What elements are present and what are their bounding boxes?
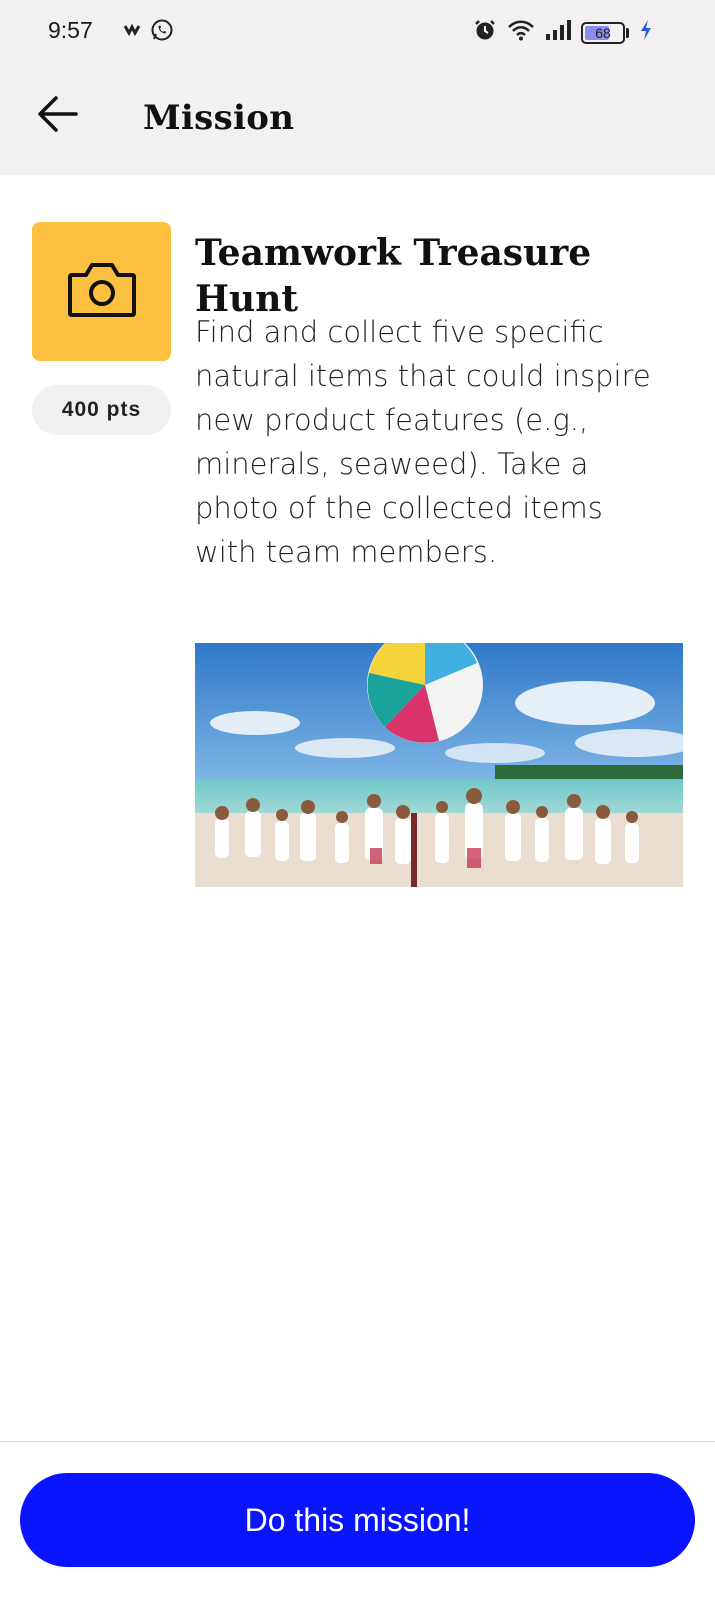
battery-tip bbox=[626, 27, 629, 38]
status-time: 9:57 bbox=[48, 17, 93, 43]
do-mission-button[interactable]: Do this mission! bbox=[20, 1473, 695, 1567]
mission-icon-tile bbox=[32, 222, 171, 361]
points-badge: 400 pts bbox=[32, 385, 171, 435]
status-left-icons bbox=[123, 18, 174, 47]
top-area: 9:57 68 Mission bbox=[0, 0, 715, 175]
status-right-icons: 68 bbox=[473, 18, 653, 47]
battery-level: 68 bbox=[595, 24, 611, 41]
camera-icon bbox=[66, 259, 138, 324]
page-title: Mission bbox=[143, 98, 295, 138]
notification-icon bbox=[123, 23, 141, 42]
app-bar: Mission bbox=[0, 64, 715, 175]
battery-body: 68 bbox=[581, 21, 625, 44]
alarm-icon bbox=[473, 18, 497, 47]
signal-icon bbox=[545, 19, 571, 46]
mission-description: Find and collect five specific natural i… bbox=[195, 315, 651, 569]
charging-icon bbox=[639, 19, 653, 46]
arrow-left-icon bbox=[36, 94, 80, 139]
battery-icon: 68 bbox=[581, 21, 629, 44]
bottom-divider bbox=[0, 1441, 715, 1442]
mission-photo bbox=[195, 643, 683, 887]
back-button[interactable] bbox=[28, 86, 88, 146]
status-bar: 9:57 68 bbox=[0, 0, 715, 64]
whatsapp-icon bbox=[150, 18, 174, 47]
mission-title: Teamwork Treasure Hunt bbox=[195, 232, 592, 320]
wifi-icon bbox=[507, 19, 535, 46]
